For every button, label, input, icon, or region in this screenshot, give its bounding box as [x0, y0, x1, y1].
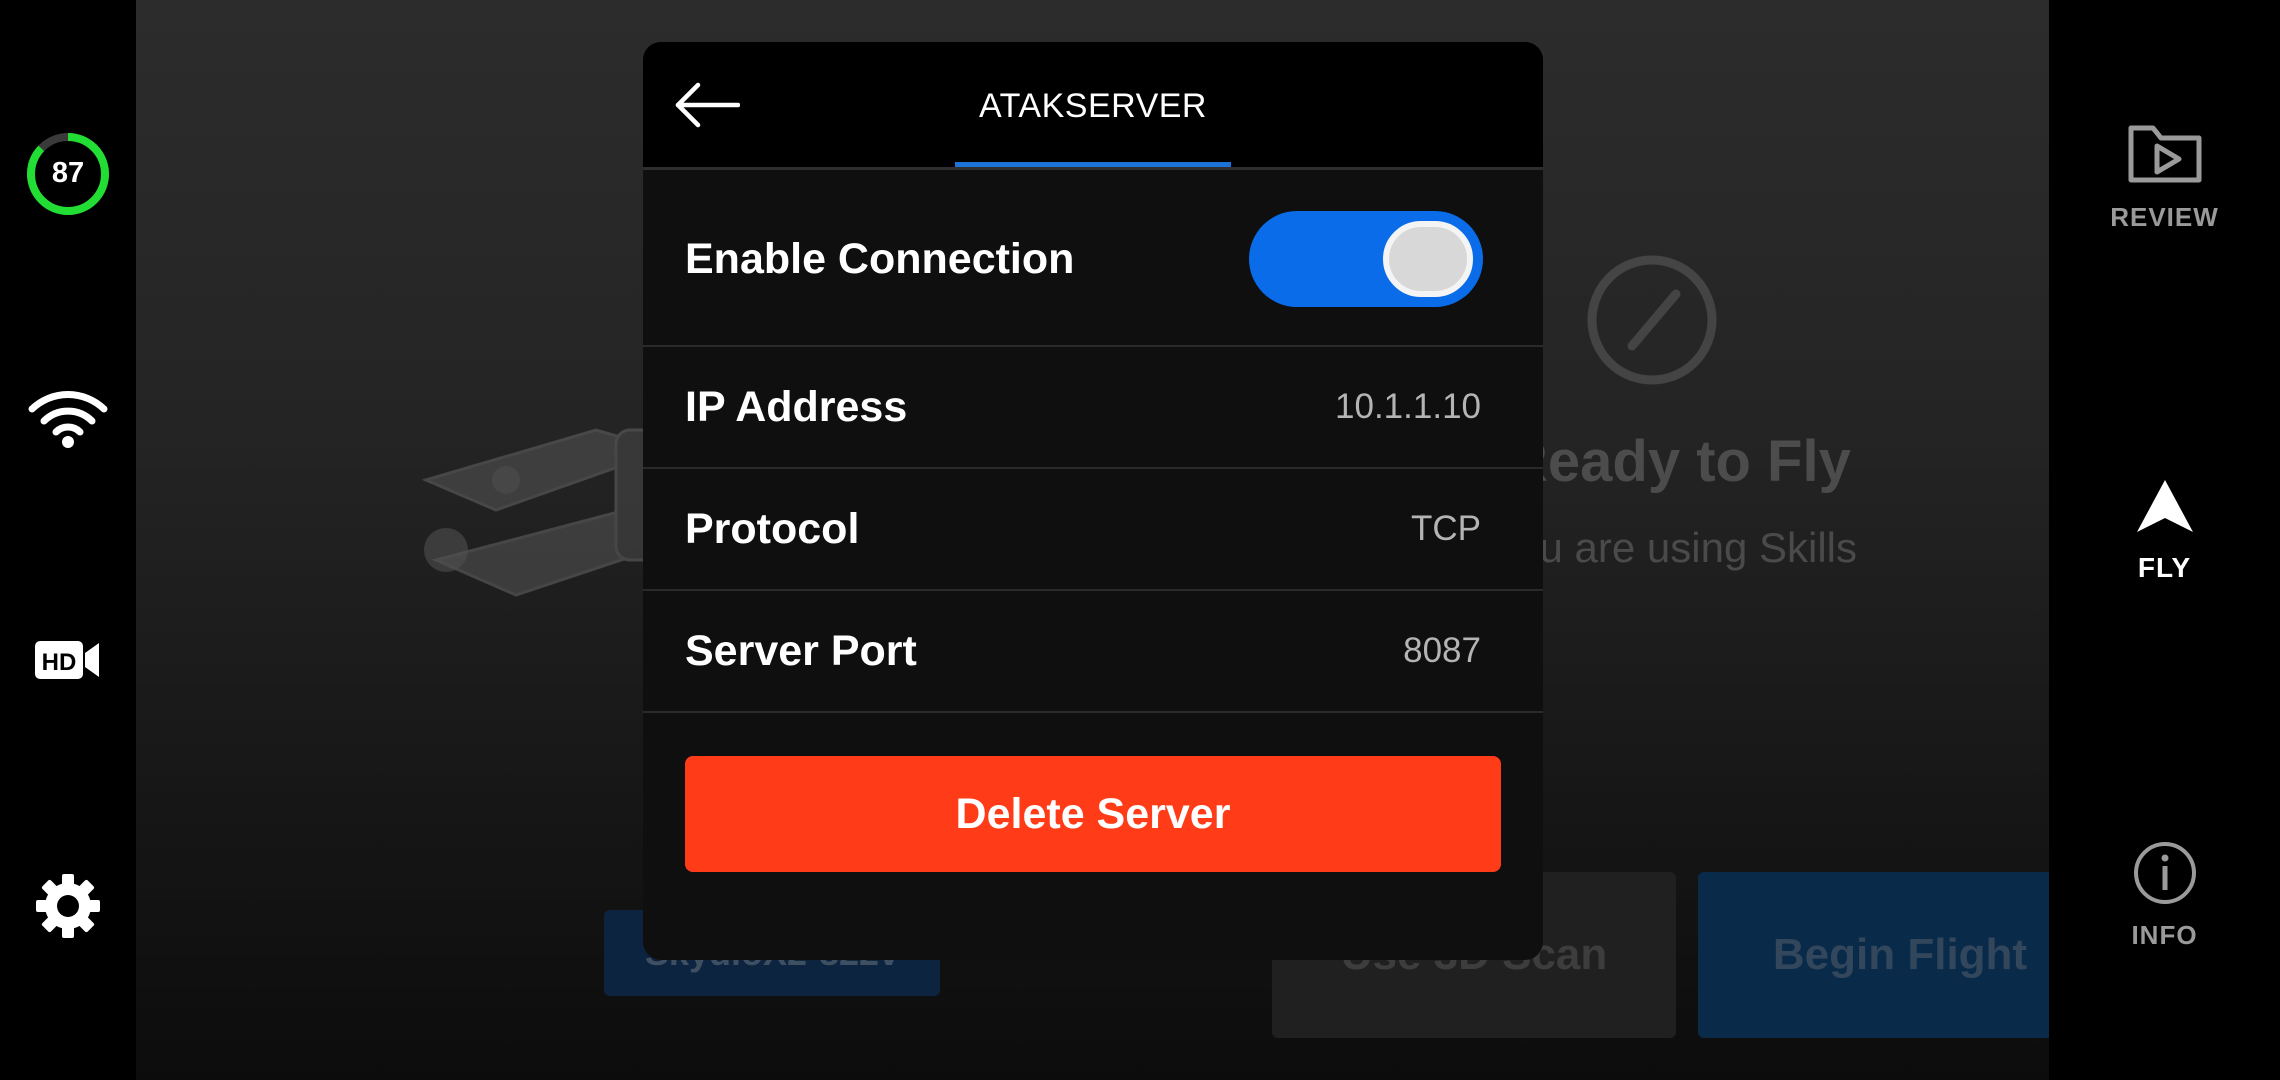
hd-camera-icon[interactable]: HD [0, 630, 136, 690]
back-button[interactable] [671, 78, 743, 132]
toggle-knob [1383, 221, 1473, 297]
navigation-arrow-icon [2136, 480, 2193, 532]
left-status-rail: 87 HD [0, 0, 136, 1080]
ip-address-value: 10.1.1.10 [1335, 387, 1481, 426]
info-icon [2133, 842, 2196, 904]
ready-title: Ready to Fly [1506, 429, 1851, 494]
tab-atakserver[interactable]: ATAKSERVER [955, 42, 1231, 170]
enable-connection-toggle[interactable] [1249, 211, 1483, 307]
protocol-label: Protocol [685, 504, 860, 553]
ready-check-icon [1587, 255, 1717, 385]
enable-connection-label: Enable Connection [685, 234, 1075, 283]
server-port-row[interactable]: Server Port 8087 [643, 591, 1543, 713]
nav-info[interactable]: INFO [2049, 840, 2280, 951]
tab-active-indicator [955, 162, 1231, 167]
ip-address-label: IP Address [685, 382, 908, 431]
delete-server-button[interactable]: Delete Server [685, 756, 1501, 872]
svg-text:HD: HD [42, 649, 77, 676]
nav-info-label: INFO [2131, 920, 2198, 950]
nav-fly[interactable]: FLY [2049, 478, 2280, 584]
server-port-label: Server Port [685, 626, 917, 675]
protocol-row[interactable]: Protocol TCP [643, 469, 1543, 591]
begin-flight-button: Begin Flight [1698, 872, 2102, 1038]
arrow-left-icon [675, 82, 740, 128]
ip-address-row[interactable]: IP Address 10.1.1.10 [643, 347, 1543, 469]
wifi-icon[interactable] [0, 383, 136, 453]
enable-connection-row: Enable Connection [643, 173, 1543, 347]
nav-review-label: REVIEW [2110, 202, 2219, 232]
dialog-header: ATAKSERVER [643, 42, 1543, 170]
protocol-value: TCP [1411, 509, 1481, 548]
server-port-value: 8087 [1403, 631, 1481, 670]
folder-play-icon [2128, 125, 2201, 183]
right-nav-rail: REVIEW FLY INFO [2049, 0, 2280, 1080]
battery-indicator[interactable]: 87 [0, 130, 136, 216]
nav-fly-label: FLY [2137, 552, 2192, 583]
battery-percent: 87 [51, 156, 85, 189]
atak-server-dialog: ATAKSERVER Enable Connection IP Address … [643, 42, 1543, 960]
nav-review[interactable]: REVIEW [2049, 118, 2280, 233]
gear-icon[interactable] [0, 870, 136, 942]
ready-subtitle: You are using Skills [1492, 524, 1857, 571]
